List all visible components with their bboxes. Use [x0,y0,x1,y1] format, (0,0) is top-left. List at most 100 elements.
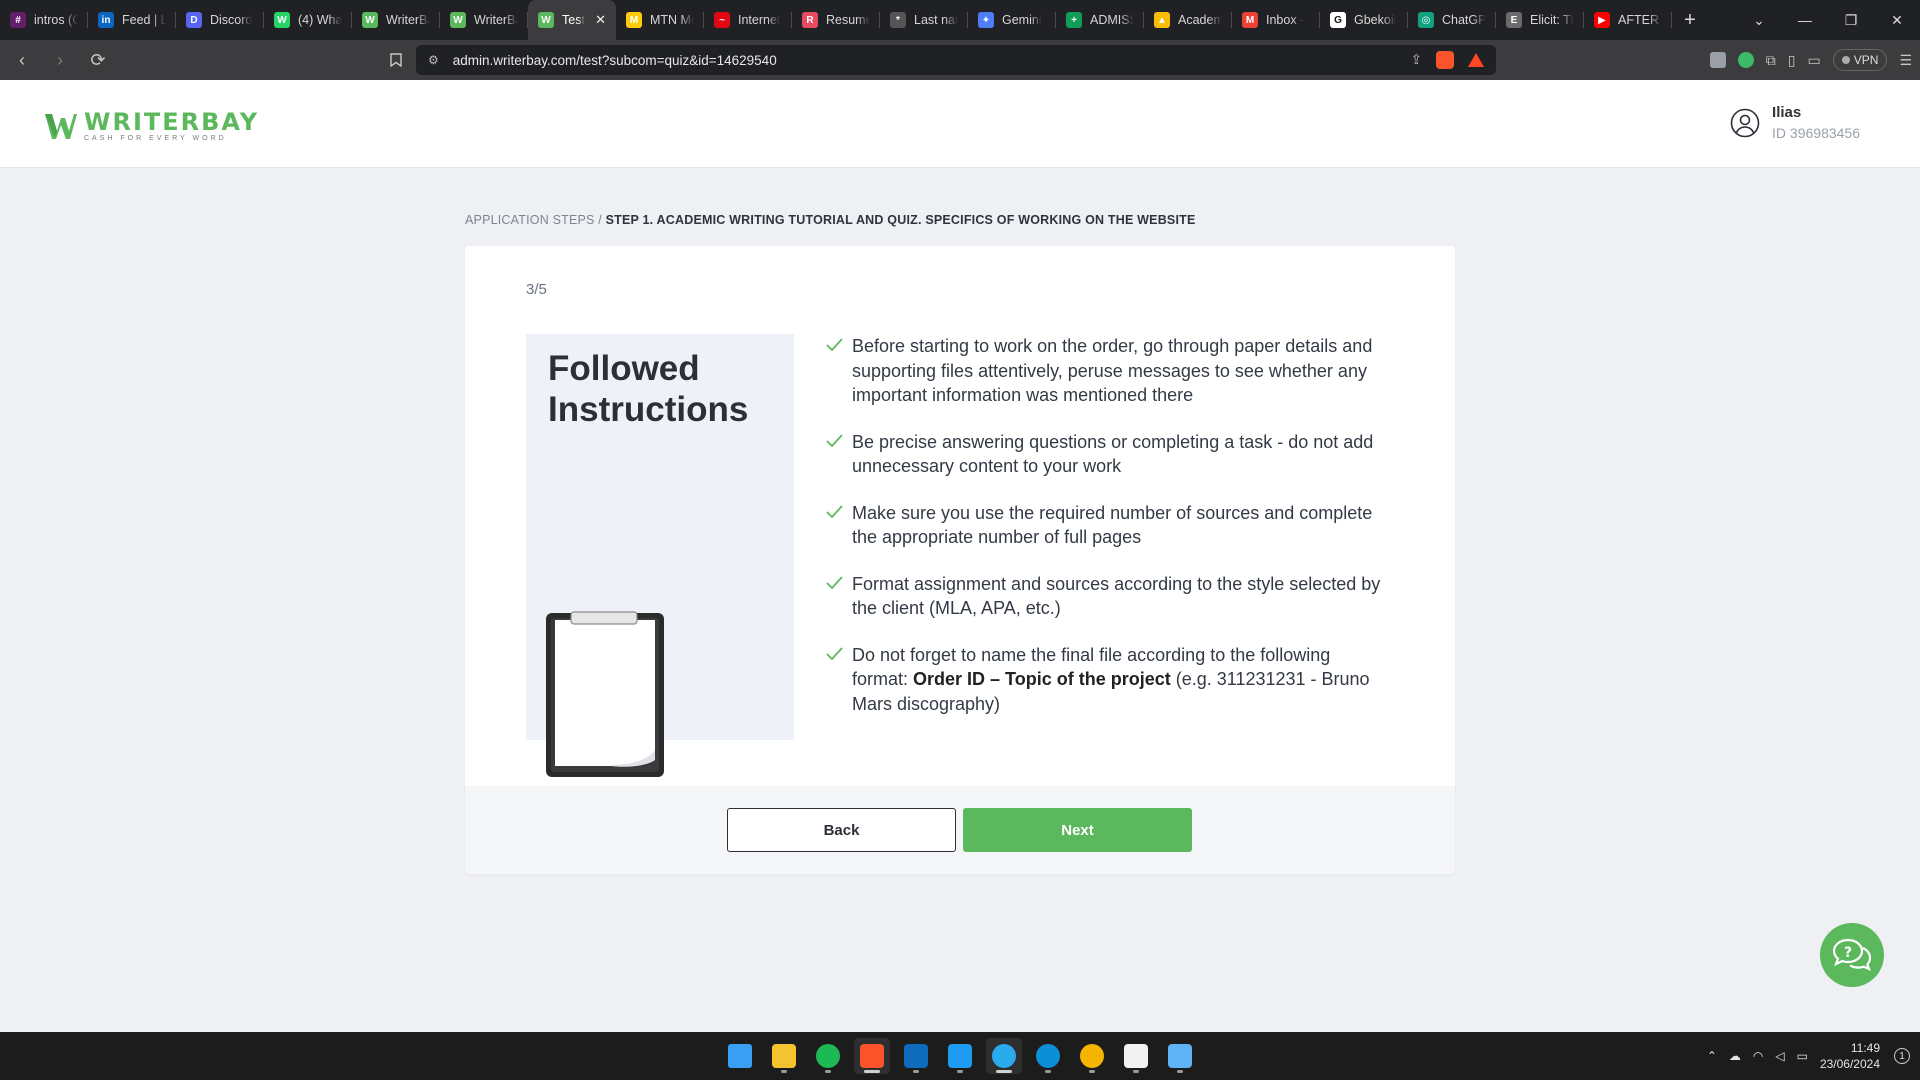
tray-overflow-icon[interactable]: ⌃ [1707,1049,1717,1063]
user-menu[interactable]: Ilias ID 396983456 [1730,104,1860,141]
extension-icon[interactable] [1737,52,1754,68]
browser-tab[interactable]: G Gbekoil [1320,0,1408,40]
taskbar-brave-button[interactable] [854,1038,890,1074]
taskbar-telegram-button[interactable] [986,1038,1022,1074]
browser-tab[interactable]: in Feed | Li [88,0,176,40]
brave-shields-icon[interactable] [1436,51,1454,69]
user-name: Ilias [1772,104,1802,121]
taskbar-outlook-button[interactable] [898,1038,934,1074]
tab-favicon-icon: W [362,12,378,28]
running-indicator [1045,1070,1051,1073]
user-avatar-icon [1730,108,1760,137]
tab-favicon-icon: W [538,12,554,28]
taskbar-file-explorer-button[interactable] [766,1038,802,1074]
list-item: Format assignment and sources according … [824,572,1384,621]
breadcrumb-current: STEP 1. ACADEMIC WRITING TUTORIAL AND QU… [605,213,1196,227]
wifi-icon[interactable]: ◠ [1753,1049,1763,1063]
writerbay-logo[interactable]: WRITERBAY CASH FOR EVERY WORD [44,110,259,142]
site-settings-icon[interactable]: ⚙ [428,53,439,67]
reader-icon[interactable] [1709,52,1726,68]
edge-icon [1036,1044,1060,1068]
browser-tab[interactable]: + ADMISS [1056,0,1144,40]
breadcrumb-separator: / [594,213,606,227]
browser-tab[interactable]: # intros (C [0,0,88,40]
browser-tab[interactable]: ▲ Academ [1144,0,1232,40]
vpn-button[interactable]: VPN [1832,49,1888,71]
menu-icon[interactable]: ☰ [1899,52,1912,69]
tab-list: # intros (C in Feed | Li D Discord W (4) Wha W Wr… [0,0,1672,40]
close-tab-icon[interactable]: ✕ [595,12,606,28]
running-indicator [1133,1070,1139,1073]
browser-tab[interactable]: ▶ AFTER S [1584,0,1672,40]
browser-tab[interactable]: M Inbox - [1232,0,1320,40]
back-arrow-icon[interactable]: ‹ [6,44,38,76]
taskbar-chrome-button[interactable] [1074,1038,1110,1074]
battery-icon[interactable]: ▭ [1797,1049,1808,1063]
start-icon [728,1044,752,1068]
browser-tab[interactable]: ◎ ChatGP [1408,0,1496,40]
breadcrumb-root[interactable]: APPLICATION STEPS [465,213,595,227]
list-item-text: Before starting to work on the order, go… [852,336,1373,405]
browser-tab[interactable]: W (4) Wha [264,0,352,40]
next-button[interactable]: Next [963,808,1192,852]
tab-search-icon[interactable]: ⌄ [1736,0,1782,40]
taskbar-vscode-button[interactable] [942,1038,978,1074]
tab-title: Inbox - [1266,13,1305,27]
tab-favicon-icon: W [450,12,466,28]
browser-tab[interactable]: ~ Internet [704,0,792,40]
address-bar[interactable]: ⚙ admin.writerbay.com/test?subcom=quiz&i… [416,45,1496,75]
brave-rewards-icon[interactable] [1468,53,1484,67]
volume-icon[interactable]: ◁ [1775,1049,1784,1063]
tab-title: (4) Wha [298,13,342,27]
notion-icon [1124,1044,1148,1068]
browser-tab[interactable]: ✦ Gemini [968,0,1056,40]
vscode-icon [948,1044,972,1068]
browser-tab[interactable]: R Resume [792,0,880,40]
extensions-puzzle-icon[interactable]: ⧉ [1766,52,1776,69]
onedrive-icon[interactable]: ☁ [1729,1049,1741,1063]
logo-tagline: CASH FOR EVERY WORD [84,135,227,142]
close-window-button[interactable]: ✕ [1874,0,1920,40]
minimize-button[interactable]: — [1782,0,1828,40]
check-icon [826,338,843,352]
back-button[interactable]: Back [727,808,956,852]
tab-favicon-icon: + [1066,12,1082,28]
reload-icon[interactable]: ⟳ [82,44,114,76]
tab-title: AFTER S [1618,13,1662,27]
restore-button[interactable]: ❐ [1828,0,1874,40]
browser-tab[interactable]: W Test ✕ [528,0,616,40]
browser-tab[interactable]: W WriterBa [352,0,440,40]
system-tray: ⌃ ☁ ◠ ◁ ▭ 11:49 23/06/2024 [1707,1032,1880,1080]
bookmark-icon[interactable] [380,44,412,76]
browser-tab[interactable]: M MTN Mo [616,0,704,40]
check-icon [826,575,843,589]
clock[interactable]: 11:49 23/06/2024 [1820,1040,1880,1072]
browser-tab[interactable]: W WriterBa [440,0,528,40]
new-tab-button[interactable]: + [1672,0,1708,40]
tab-title: Test [562,13,585,27]
taskbar-spotify-button[interactable] [810,1038,846,1074]
wallet-icon[interactable]: ▭ [1808,52,1821,69]
tab-title: Gemini [1002,13,1042,27]
list-item-text: Do not forget to name the final file acc… [852,643,1384,717]
browser-tab-strip: # intros (C in Feed | Li D Discord W (4) Wha W Wr… [0,0,1920,40]
tab-title: Feed | Li [122,13,166,27]
taskbar-edge-button[interactable] [1030,1038,1066,1074]
taskbar-start-button[interactable] [722,1038,758,1074]
notification-badge[interactable]: 1 [1894,1048,1910,1064]
tab-favicon-icon: D [186,12,202,28]
tab-favicon-icon: E [1506,12,1522,28]
forward-arrow-icon[interactable]: › [44,44,76,76]
taskbar-notepad-button[interactable] [1162,1038,1198,1074]
support-chat-button[interactable]: ? [1820,923,1884,987]
taskbar-notion-button[interactable] [1118,1038,1154,1074]
tab-favicon-icon: M [626,12,642,28]
sidebar-icon[interactable]: ▯ [1788,52,1796,69]
list-item-text: Be precise answering questions or comple… [852,431,1374,477]
browser-tab[interactable]: * Last nam [880,0,968,40]
browser-tab[interactable]: E Elicit: Th [1496,0,1584,40]
writerbay-logo-icon [45,114,77,139]
vpn-label: VPN [1853,53,1879,67]
share-icon[interactable]: ⇪ [1411,52,1422,68]
browser-tab[interactable]: D Discord [176,0,264,40]
